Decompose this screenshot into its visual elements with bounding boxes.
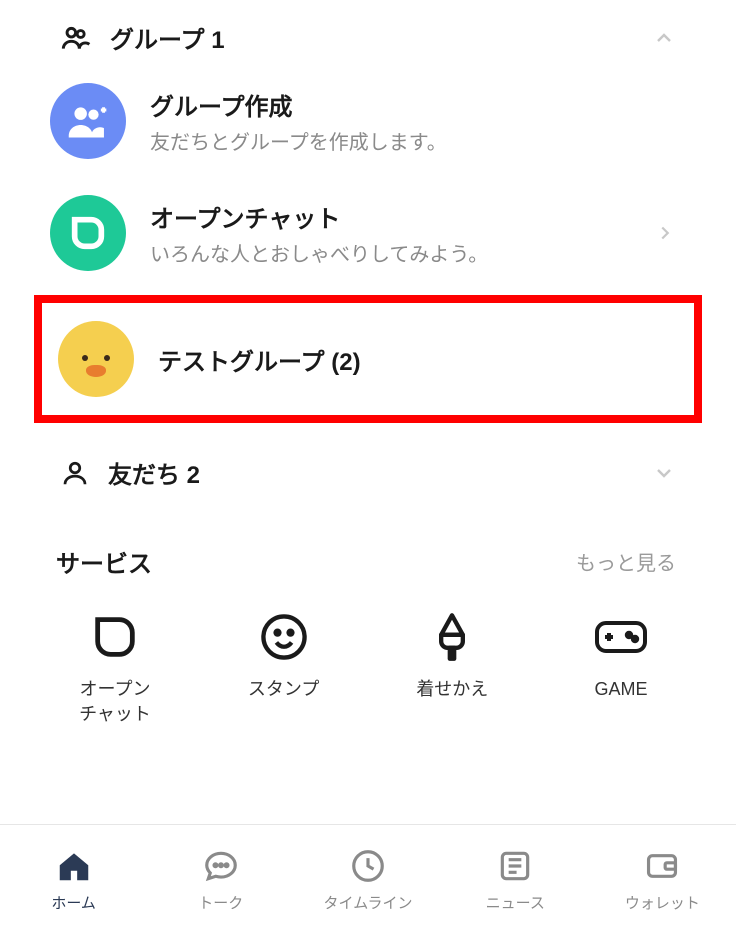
friends-section-header[interactable]: 友だち 2 bbox=[0, 429, 736, 500]
gamepad-icon bbox=[593, 609, 649, 665]
service-game[interactable]: GAME bbox=[546, 609, 696, 727]
services-grid: オープン チャット スタンプ 着せかえ bbox=[0, 589, 736, 757]
service-theme[interactable]: 着せかえ bbox=[377, 609, 527, 727]
services-header: サービス もっと見る bbox=[0, 500, 736, 589]
chevron-up-icon bbox=[652, 26, 676, 50]
create-group-text: グループ作成 友だちとグループを作成します。 bbox=[150, 87, 447, 155]
service-stamp-label: スタンプ bbox=[248, 677, 319, 702]
tab-wallet[interactable]: ウォレット bbox=[589, 825, 736, 934]
service-theme-label: 着せかえ bbox=[416, 677, 488, 702]
openchat-row[interactable]: オープンチャット いろんな人とおしゃべりしてみよう。 bbox=[0, 177, 736, 289]
test-group-row[interactable]: テストグループ (2) bbox=[42, 303, 694, 415]
chevron-down-icon bbox=[652, 461, 676, 485]
create-group-title: グループ作成 bbox=[150, 87, 447, 122]
chat-icon bbox=[201, 846, 241, 886]
tab-news-label: ニュース bbox=[486, 892, 545, 913]
tab-talk-label: トーク bbox=[198, 892, 243, 913]
tab-home-label: ホーム bbox=[51, 892, 96, 913]
tab-timeline-label: タイムライン bbox=[324, 892, 413, 913]
test-group-text: テストグループ (2) bbox=[158, 342, 361, 377]
tab-wallet-label: ウォレット bbox=[625, 892, 700, 913]
service-openchat[interactable]: オープン チャット bbox=[40, 609, 190, 727]
sally-avatar bbox=[58, 321, 134, 397]
openchat-title: オープンチャット bbox=[150, 199, 488, 234]
groups-header-label: グループ 1 bbox=[110, 20, 225, 55]
groups-section-header[interactable]: グループ 1 bbox=[0, 0, 736, 65]
openchat-avatar bbox=[50, 195, 126, 271]
brush-icon bbox=[424, 609, 480, 665]
service-game-label: GAME bbox=[594, 677, 647, 702]
openchat-icon bbox=[87, 609, 143, 665]
services-more-link[interactable]: もっと見る bbox=[576, 547, 676, 576]
tab-news[interactable]: ニュース bbox=[442, 825, 589, 934]
tab-talk[interactable]: トーク bbox=[147, 825, 294, 934]
smile-icon bbox=[256, 609, 312, 665]
wallet-icon bbox=[642, 846, 682, 886]
openchat-sub: いろんな人とおしゃべりしてみよう。 bbox=[150, 238, 488, 267]
test-group-title: テストグループ (2) bbox=[158, 342, 361, 377]
highlight-annotation: テストグループ (2) bbox=[34, 295, 702, 423]
friends-header-label: 友だち 2 bbox=[108, 455, 200, 490]
create-group-avatar bbox=[50, 83, 126, 159]
clock-icon bbox=[348, 846, 388, 886]
home-icon bbox=[54, 846, 94, 886]
tab-timeline[interactable]: タイムライン bbox=[294, 825, 441, 934]
create-group-row[interactable]: グループ作成 友だちとグループを作成します。 bbox=[0, 65, 736, 177]
tab-home[interactable]: ホーム bbox=[0, 825, 147, 934]
bottom-tab-bar: ホーム トーク タイムライン ニュース bbox=[0, 824, 736, 934]
person-icon bbox=[60, 458, 90, 488]
create-group-sub: 友だちとグループを作成します。 bbox=[150, 126, 447, 155]
service-stamp[interactable]: スタンプ bbox=[209, 609, 359, 727]
openchat-text: オープンチャット いろんな人とおしゃべりしてみよう。 bbox=[150, 199, 488, 267]
services-title: サービス bbox=[56, 544, 152, 579]
service-openchat-label: オープン チャット bbox=[79, 677, 151, 727]
people-icon bbox=[60, 22, 92, 54]
news-icon bbox=[495, 846, 535, 886]
chevron-right-icon bbox=[654, 222, 676, 244]
main-content: グループ 1 グループ作成 友だちとグループを作成します。 bbox=[0, 0, 736, 877]
